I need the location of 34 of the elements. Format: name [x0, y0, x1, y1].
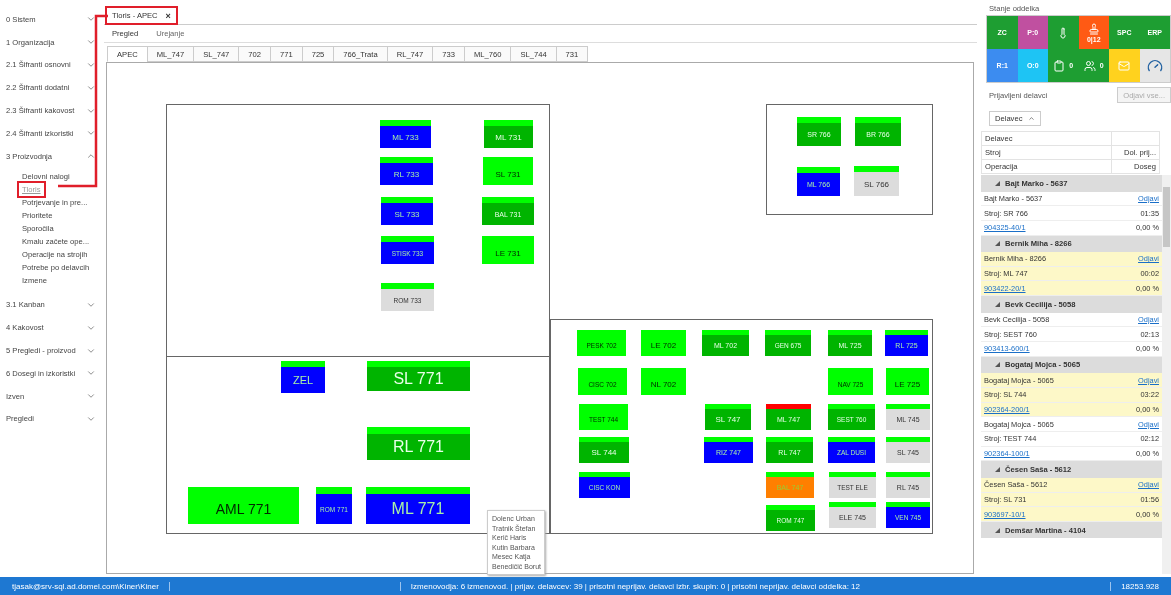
stamp-icon	[1087, 22, 1100, 35]
machine-tile[interactable]: SL 731	[483, 157, 533, 185]
close-button[interactable]: ×	[165, 10, 171, 21]
machine-tile[interactable]: AML 771	[188, 487, 299, 524]
machine-tile[interactable]: ML 771	[366, 487, 470, 524]
collapse-icon	[995, 362, 1000, 368]
scrollbar[interactable]	[1162, 175, 1171, 574]
status-value: 18253.928	[1110, 581, 1159, 591]
status-tile[interactable]	[1109, 49, 1140, 82]
status-summary: Izmenovodja: 6 izmenovod. | prijav. delavcev: 39 | prisotni neprijav. delavci izbr. skupin: 0 | prisotni neprijav. delavci oddelka: 12	[399, 581, 1111, 591]
collapse-icon	[995, 180, 1000, 186]
collapse-icon	[995, 301, 1000, 307]
status-tile[interactable]	[1139, 49, 1170, 82]
status-tile[interactable]	[1048, 16, 1079, 49]
machine-tile[interactable]: LE 725	[886, 368, 929, 395]
machine-tile[interactable]: SL 766	[854, 166, 899, 196]
collapse-icon	[995, 241, 1000, 247]
chevron-down-icon	[86, 60, 96, 70]
collapse-icon	[995, 527, 1000, 533]
machine-tile[interactable]: RL 733	[380, 157, 433, 185]
column-header	[1111, 131, 1160, 146]
machine-tile[interactable]: ML 733	[380, 120, 431, 148]
people-icon	[1083, 59, 1096, 72]
gauge-icon	[1146, 57, 1163, 74]
machine-tile[interactable]: SL 733	[381, 197, 433, 225]
machine-tile[interactable]: NL 702	[641, 368, 686, 395]
machine-tile[interactable]: LE 702	[641, 330, 686, 356]
mail-icon	[1118, 59, 1131, 72]
collapse-icon	[995, 467, 1000, 473]
user-path: tjasak@srv-sql.ad.domel.com\Kiner\Kiner	[12, 581, 170, 591]
machine-tile[interactable]: LE 731	[482, 236, 534, 264]
machine-tile[interactable]: ZEL	[281, 361, 325, 393]
caret-icon	[1028, 115, 1035, 122]
clipboard-icon	[1053, 59, 1066, 72]
